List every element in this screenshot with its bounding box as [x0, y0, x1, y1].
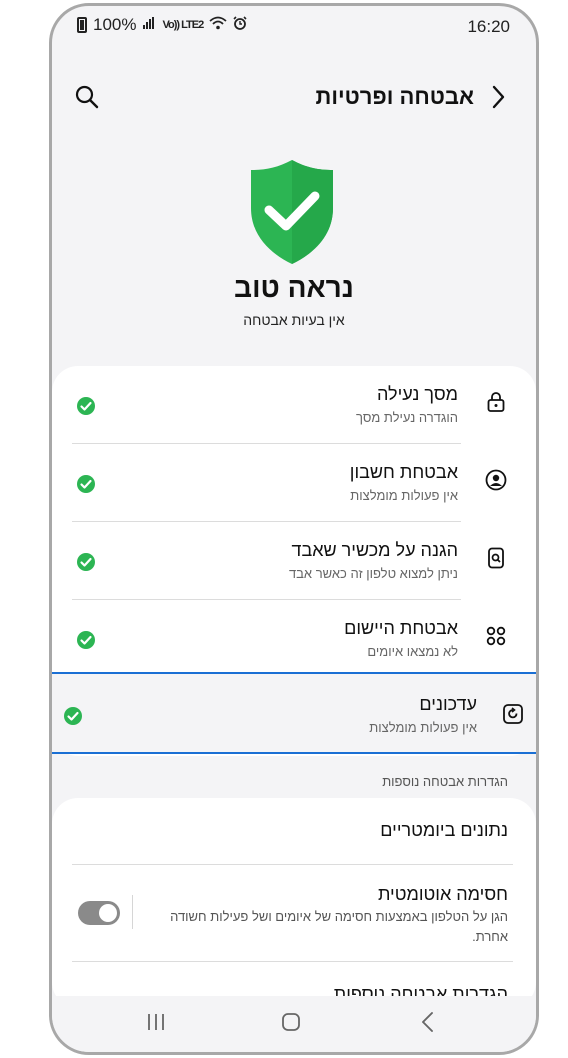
list-item-lost-device[interactable]: הגנה על מכשיר שאבד ניתן למצוא טלפון זה כ… — [52, 522, 536, 600]
recents-icon[interactable] — [146, 1012, 166, 1032]
ok-check-icon — [76, 474, 96, 494]
list-item-description: הוגדרה נעילת מסך — [356, 410, 458, 425]
list-item-description: אין פעולות מומלצות — [350, 488, 458, 503]
ok-check-icon — [76, 630, 96, 650]
lock-icon — [484, 390, 508, 414]
section-header-more-security: הגדרות אבטחה נוספות — [382, 774, 508, 789]
auto-blocker-toggle[interactable] — [78, 901, 120, 925]
status-time: 16:20 — [467, 17, 510, 36]
home-icon[interactable] — [281, 1012, 301, 1032]
signal-icon — [142, 15, 156, 35]
status-left: 100% Vo)) LTE2 — [77, 15, 247, 35]
apps-icon — [484, 624, 508, 648]
toggle-knob — [99, 904, 117, 922]
ok-check-icon — [76, 552, 96, 572]
update-icon — [501, 702, 525, 726]
app-header: אבטחה ופרטיות — [52, 76, 536, 120]
list-item-app-security[interactable]: אבטחת היישום לא נמצאו איומים — [52, 600, 536, 678]
security-status-title: נראה טוב — [234, 272, 354, 303]
list-item-description: ניתן למצוא טלפון זה כאשר אבד — [288, 566, 458, 581]
divider — [72, 864, 513, 865]
navigation-bar — [52, 996, 536, 1052]
ok-check-icon — [63, 706, 83, 726]
battery-percent: 100% — [93, 15, 137, 34]
status-bar: 100% Vo)) LTE2 16:20 — [52, 6, 536, 46]
list-item-account-security[interactable]: אבטחת חשבון אין פעולות מומלצות — [52, 444, 536, 522]
auto-blocker-description: הגן על הטלפון באמצעות חסימה של איומים וש… — [170, 909, 508, 944]
list-item-title: הגנה על מכשיר שאבד — [291, 540, 458, 560]
find-device-icon — [484, 546, 508, 570]
list-item-lock-screen[interactable]: מסך נעילה הוגדרה נעילת מסך — [52, 366, 536, 444]
account-icon — [484, 468, 508, 492]
list-item-description: לא נמצאו איומים — [367, 644, 458, 659]
alarm-icon — [233, 15, 247, 35]
battery-icon — [77, 17, 87, 33]
search-icon[interactable] — [74, 84, 100, 110]
list-item-title: אבטחת היישום — [344, 618, 458, 638]
wifi-icon — [209, 15, 227, 35]
security-status-subtitle: אין בעיות אבטחה — [243, 312, 345, 328]
list-item-title: אבטחת חשבון — [349, 462, 458, 482]
back-chevron-icon[interactable] — [486, 84, 510, 110]
ok-check-icon — [76, 396, 96, 416]
shield-check-icon — [249, 158, 335, 266]
lte-indicator: Vo)) LTE2 — [162, 19, 204, 31]
page-title: אבטחה ופרטיות — [315, 84, 474, 109]
more-security-card: נתונים ביומטריים חסימה אוטומטית הגן על ה… — [52, 798, 536, 1008]
phone-frame: 100% Vo)) LTE2 16:20 אבטחה ופרטיות נראה … — [49, 3, 539, 1055]
list-item-updates[interactable]: עדכונים אין פעולות מומלצות — [52, 672, 536, 754]
auto-blocker-title[interactable]: חסימה אוטומטית — [378, 884, 508, 905]
toggle-separator — [132, 895, 133, 929]
back-icon[interactable] — [419, 1011, 437, 1033]
list-item-description: אין פעולות מומלצות — [369, 720, 477, 735]
list-item-title: מסך נעילה — [377, 384, 458, 404]
list-item-title: עדכונים — [419, 694, 477, 714]
divider — [72, 961, 513, 962]
biometrics-item[interactable]: נתונים ביומטריים — [380, 820, 508, 841]
